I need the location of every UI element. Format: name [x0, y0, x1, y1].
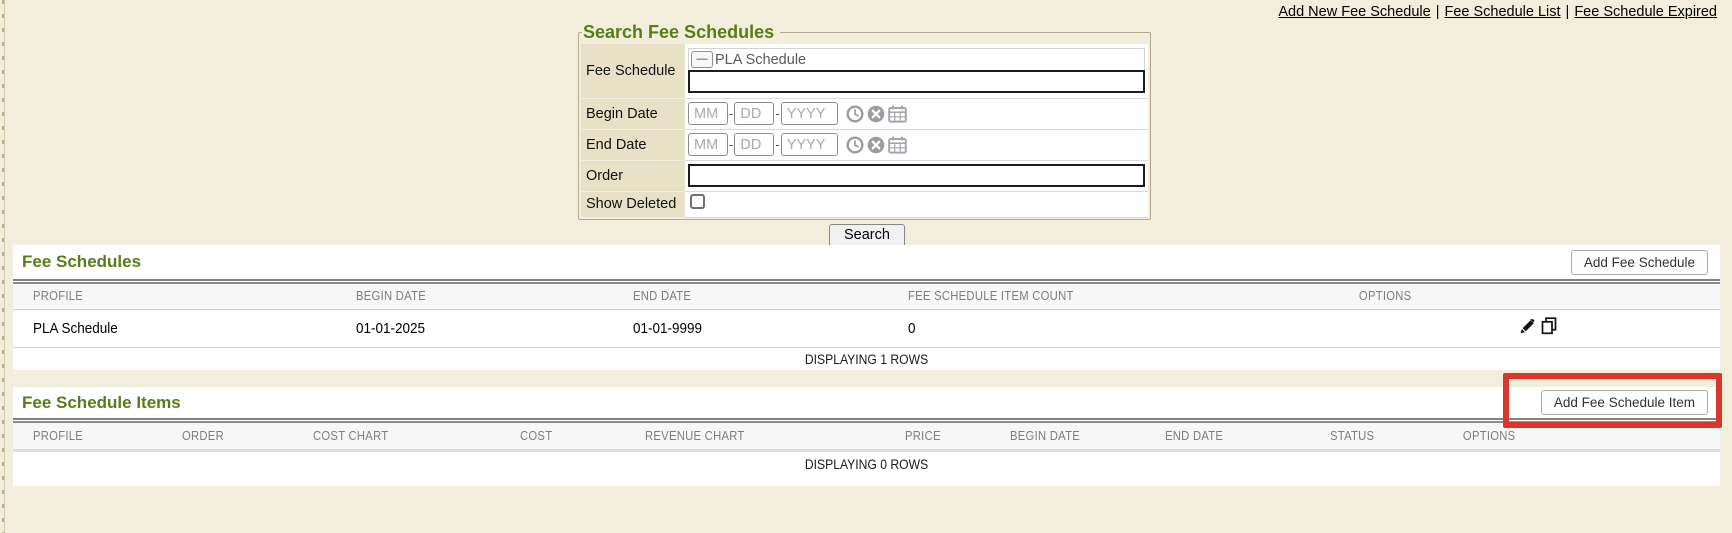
fee-schedule-label: Fee Schedule [581, 44, 685, 98]
table-header-row: PROFILE BEGIN DATE END DATE FEE SCHEDULE… [13, 284, 1720, 309]
end-date-label: End Date [581, 129, 685, 160]
search-button[interactable]: Search [829, 224, 905, 247]
search-form-title: Search Fee Schedules [582, 22, 780, 43]
link-fee-schedule-list[interactable]: Fee Schedule List [1444, 4, 1560, 20]
begin-date-day-input[interactable] [734, 102, 774, 125]
column-order: ORDER [162, 423, 293, 450]
fee-schedule-tree: — PLA Schedule [688, 48, 1145, 70]
search-fee-schedules-form: Search Fee Schedules Fee Schedule — PLA … [578, 22, 1151, 220]
column-begin-date: BEGIN DATE [990, 423, 1145, 450]
column-end-date: END DATE [613, 284, 888, 309]
copy-icon[interactable] [1540, 317, 1558, 335]
column-options: OPTIONS [1460, 423, 1720, 450]
clear-icon[interactable] [867, 136, 885, 154]
clock-icon[interactable] [846, 136, 864, 154]
clear-icon[interactable] [867, 105, 885, 123]
top-nav: Add New Fee Schedule|Fee Schedule List|F… [1278, 4, 1717, 20]
column-cost-chart: COST CHART [293, 423, 500, 450]
frame-splitter[interactable] [0, 0, 5, 533]
add-fee-schedule-button[interactable]: Add Fee Schedule [1571, 250, 1708, 275]
fee-schedules-row-count: DISPLAYING 1 ROWS [13, 348, 1720, 371]
fee-schedule-input[interactable] [688, 70, 1145, 93]
column-item-count: FEE SCHEDULE ITEM COUNT [888, 284, 1356, 309]
link-fee-schedule-expired[interactable]: Fee Schedule Expired [1574, 4, 1717, 20]
fee-schedules-table: PROFILE BEGIN DATE END DATE FEE SCHEDULE… [13, 284, 1720, 348]
cell-begin-date: 01-01-2025 [336, 309, 613, 347]
fee-schedule-items-section: Fee Schedule Items Add Fee Schedule Item… [13, 387, 1720, 486]
edit-icon[interactable] [1519, 318, 1536, 335]
column-begin-date: BEGIN DATE [336, 284, 613, 309]
begin-date-month-input[interactable] [688, 102, 728, 125]
table-row: PLA Schedule 01-01-2025 01-01-9999 0 [13, 309, 1720, 347]
fee-schedule-items-table: PROFILE ORDER COST CHART COST REVENUE CH… [13, 423, 1720, 452]
order-input[interactable] [688, 164, 1145, 187]
fee-schedules-title: Fee Schedules [22, 252, 141, 272]
calendar-icon[interactable] [888, 105, 907, 123]
end-date-month-input[interactable] [688, 133, 728, 156]
table-header-row: PROFILE ORDER COST CHART COST REVENUE CH… [13, 423, 1720, 450]
end-date-year-input[interactable] [781, 133, 838, 156]
cell-item-count: 0 [888, 309, 1356, 347]
date-separator: - [775, 137, 779, 152]
column-profile: PROFILE [13, 423, 162, 450]
fee-schedule-items-title: Fee Schedule Items [22, 393, 181, 413]
column-price: PRICE [885, 423, 990, 450]
fee-schedules-section: Fee Schedules Add Fee Schedule PROFILE B… [13, 245, 1720, 370]
add-fee-schedule-item-button[interactable]: Add Fee Schedule Item [1541, 390, 1708, 415]
end-date-day-input[interactable] [734, 133, 774, 156]
order-label: Order [581, 160, 685, 191]
column-options: OPTIONS [1356, 284, 1720, 309]
column-status: STATUS [1310, 423, 1460, 450]
column-cost: COST [500, 423, 625, 450]
link-add-new-fee-schedule[interactable]: Add New Fee Schedule [1278, 4, 1430, 20]
date-separator: - [729, 106, 733, 121]
tree-item-pla-schedule[interactable]: PLA Schedule [715, 52, 806, 68]
nav-separator: | [1436, 4, 1440, 20]
begin-date-year-input[interactable] [781, 102, 838, 125]
calendar-icon[interactable] [888, 136, 907, 154]
clock-icon[interactable] [846, 105, 864, 123]
show-deleted-checkbox[interactable] [690, 194, 705, 209]
cell-end-date: 01-01-9999 [613, 309, 888, 347]
fee-schedule-items-row-count: DISPLAYING 0 ROWS [13, 452, 1720, 485]
column-revenue-chart: REVENUE CHART [625, 423, 885, 450]
show-deleted-label: Show Deleted [581, 191, 685, 217]
nav-separator: | [1566, 4, 1570, 20]
date-separator: - [729, 137, 733, 152]
begin-date-label: Begin Date [581, 98, 685, 129]
date-separator: - [775, 106, 779, 121]
tree-collapse-toggle[interactable]: — [691, 51, 713, 68]
column-profile: PROFILE [13, 284, 336, 309]
cell-options [1356, 309, 1720, 347]
column-end-date: END DATE [1145, 423, 1310, 450]
cell-profile: PLA Schedule [13, 309, 336, 347]
